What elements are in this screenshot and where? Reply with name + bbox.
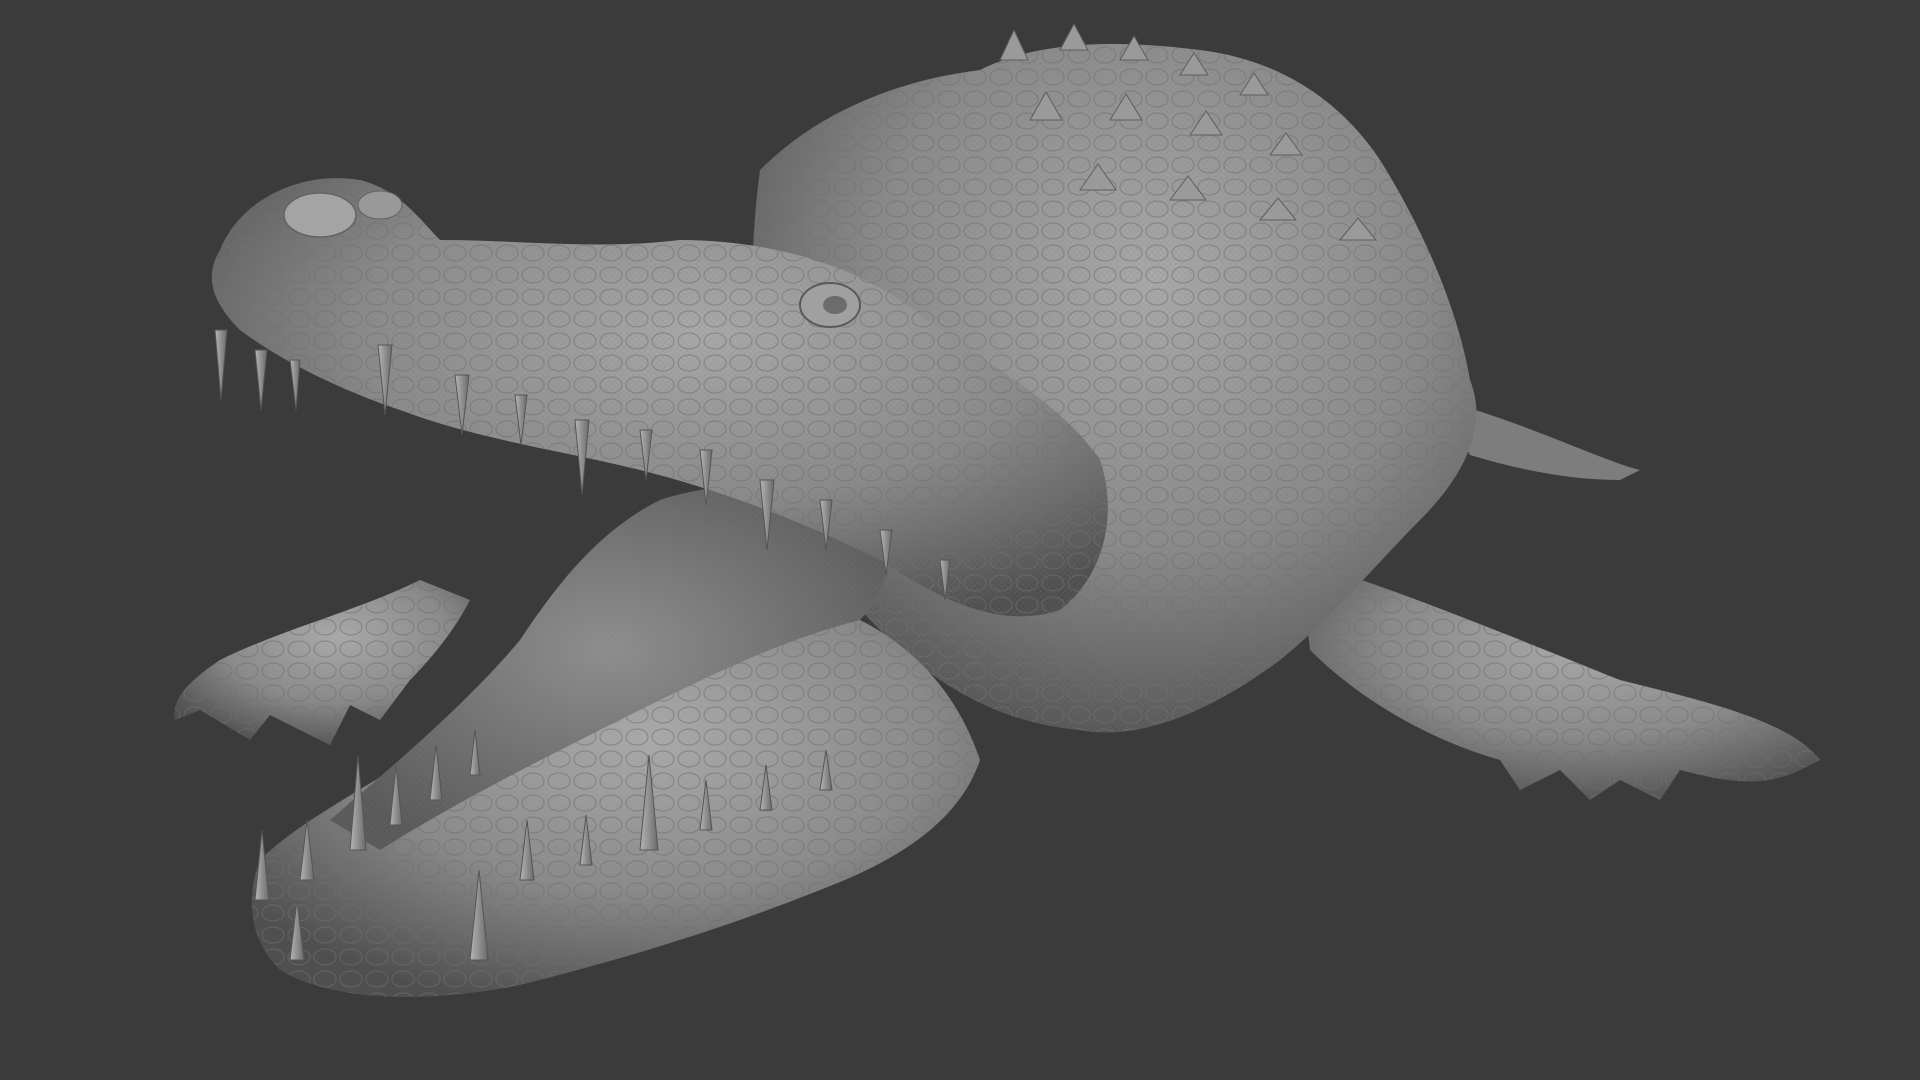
nostril bbox=[283, 192, 357, 238]
3d-viewport[interactable] bbox=[0, 0, 1920, 1080]
crocodile-sculpt bbox=[174, 22, 1820, 997]
